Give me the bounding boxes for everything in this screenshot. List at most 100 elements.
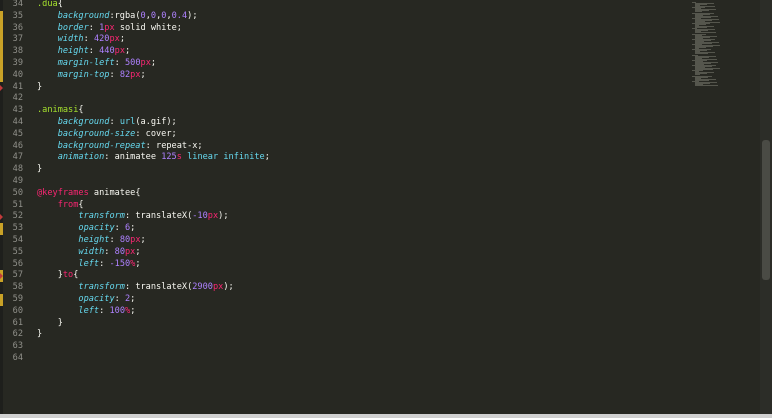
code-line[interactable]: 38 height: 440px; [0,46,690,58]
code-line[interactable]: 36 border: 1px solid white; [0,22,690,35]
line-number: 36 [12,22,23,33]
code-line[interactable]: 49 [0,176,690,188]
code-token: transform [78,282,125,293]
code-text[interactable]: background-repeat: repeat-x; [37,141,203,153]
code-line[interactable]: 43 .animasi{ [0,105,690,117]
code-line[interactable]: 46 background-repeat: repeat-x; [0,141,690,153]
code-line[interactable]: 41} [0,82,690,94]
code-token: height [57,46,89,57]
line-number: 58 [12,282,23,293]
code-text[interactable]: opacity: 2; [37,294,135,306]
code-text[interactable]: border: 1px solid white; [37,23,182,35]
code-text[interactable]: width: 80px; [37,247,140,259]
line-number: 42 [12,93,23,104]
minimap[interactable] [688,0,758,418]
code-token: background-repeat [57,140,146,151]
code-line[interactable]: 58 transform: translateX(2900px); [0,282,690,294]
code-text[interactable]: background: url(a.gif); [37,117,177,129]
code-line[interactable]: 51 from{ [0,200,690,212]
line-number: 62 [12,329,23,340]
code-text[interactable]: } [37,318,63,330]
code-line[interactable]: 57 }to{ [0,270,690,283]
code-text[interactable]: @keyframes animatee{ [37,188,141,200]
line-number: 37 [12,34,23,45]
code-token: } [37,81,43,92]
code-text[interactable]: from{ [37,200,84,212]
code-line[interactable]: 39 margin-left: 500px; [0,58,690,70]
code-token: : [99,258,110,269]
code-token: px [212,282,224,293]
code-line[interactable]: 63 [0,341,690,353]
line-number: 46 [12,140,23,151]
code-line[interactable]: 62} [0,329,690,341]
vertical-scrollbar[interactable] [760,0,772,418]
code-token: px [130,235,141,245]
code-line[interactable]: 42 [0,93,690,105]
code-token: 125 [161,152,177,163]
code-text[interactable]: .dua{ [37,0,63,11]
code-line[interactable]: 45 background-size: cover; [0,129,690,141]
code-line[interactable]: 53 opacity: 6; [0,223,690,235]
code-token: px [104,22,115,33]
code-line[interactable]: 61 } [0,318,690,330]
code-line[interactable]: 54 height: 80px; [0,235,690,247]
code-token: ; [125,46,131,57]
code-text[interactable]: left: -150%; [37,258,140,271]
code-line[interactable]: 34 .dua{ [0,0,690,11]
code-lines[interactable]: 34 .dua{35 background:rgba(0,0,0,0.4); 36 … [0,0,690,418]
code-line[interactable]: 37 width: 420px; [0,34,690,47]
line-number: 39 [12,58,23,68]
line-number: 54 [12,235,23,245]
code-text[interactable]: height: 80px; [37,235,145,247]
code-text[interactable]: width: 420px; [37,34,125,46]
code-line[interactable]: 52 transform: translateX(-10px); [0,211,690,223]
code-text[interactable]: background:rgba(0,0,0,0.4); [37,11,198,23]
code-text[interactable]: animation: animatee 125s linear infinite… [37,152,270,164]
code-token: animation [57,152,105,163]
code-line[interactable]: 48} [0,164,690,176]
code-token: { [78,105,84,116]
code-text[interactable]: height: 440px; [37,46,130,58]
code-line[interactable]: 56 left: -150%; [0,259,690,271]
line-number: 57 [12,270,23,281]
code-token: ); [218,211,229,222]
code-text[interactable]: } [37,82,42,94]
line-number: 41 [12,81,23,92]
line-number: 56 [12,258,23,269]
code-text[interactable]: left: 100%; [37,306,135,318]
code-text[interactable]: transform: translateX(-10px); [37,211,229,223]
code-editor[interactable]: 34 .dua{35 background:rgba(0,0,0,0.4); 36 … [0,0,772,418]
code-line[interactable]: 59 opacity: 2; [0,294,690,306]
code-line[interactable]: 55 width: 80px; [0,247,690,259]
code-line[interactable]: 47 animation: animatee 125s linear infin… [0,152,690,164]
code-text[interactable]: margin-top: 82px; [37,70,146,82]
code-token: 420 [93,34,110,45]
code-line[interactable]: 50 @keyframes animatee{ [0,188,690,200]
code-token: 0.4 [171,10,188,21]
line-number: 50 [12,187,23,198]
code-text[interactable]: } [37,329,42,341]
code-text[interactable]: }to{ [37,270,79,282]
code-line[interactable]: 35 background:rgba(0,0,0,0.4); [0,10,690,23]
code-line[interactable]: 44 background: url(a.gif); [0,117,690,129]
code-line[interactable]: 64 [0,353,690,365]
code-text[interactable]: background-size: cover; [37,129,177,141]
code-text[interactable]: opacity: 6; [37,223,135,235]
code-text[interactable]: margin-left: 500px; [37,58,156,70]
code-text[interactable]: } [37,164,42,176]
code-text[interactable]: .animasi{ [37,105,84,117]
code-text[interactable]: transform: translateX(2900px); [37,282,233,294]
line-number: 53 [12,223,23,234]
code-line[interactable]: 40 margin-top: 82px; [0,69,690,82]
scrollbar-thumb[interactable] [762,140,770,280]
line-number: 48 [12,164,23,175]
code-line[interactable]: 60 left: 100%; [0,306,690,318]
